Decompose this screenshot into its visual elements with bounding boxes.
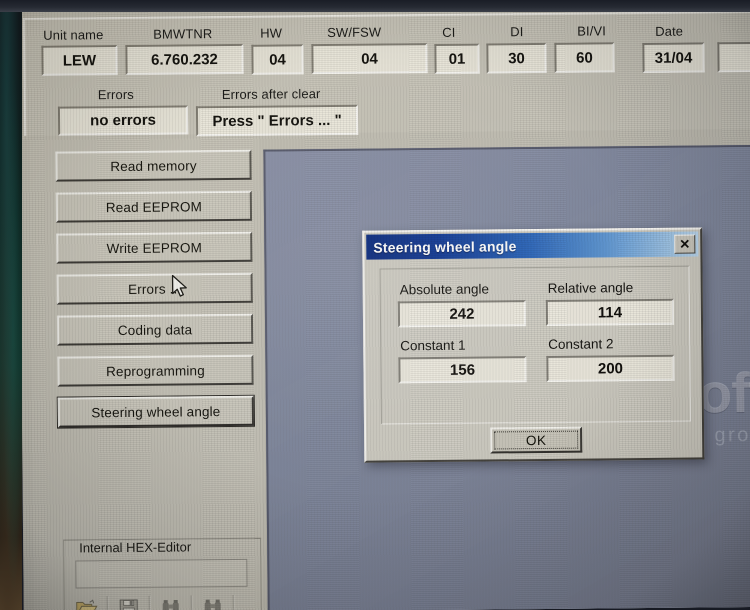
diagnostic-application-window: Unit name BMWTNR HW SW/FSW CI DI BI/VI D… xyxy=(18,2,750,610)
dialog-ok-button[interactable]: OK xyxy=(490,426,583,454)
sidebar-button-write-eeprom[interactable]: Write EEPROM xyxy=(56,231,253,264)
dialog-ok-button-label: OK xyxy=(494,430,579,450)
open-folder-glyph xyxy=(76,599,98,610)
function-button-sidebar: Read memory Read EEPROM Write EEPROM Err… xyxy=(29,137,264,610)
field-label-unit-name: Unit name xyxy=(43,27,104,43)
sidebar-button-label: Steering wheel angle xyxy=(91,403,221,420)
field-value-sw-fsw[interactable]: 04 xyxy=(311,43,428,75)
steering-wheel-angle-dialog: Steering wheel angle ✕ Absolute angle Re… xyxy=(362,227,705,463)
toolbar-separator xyxy=(148,595,151,610)
save-disk-icon[interactable] xyxy=(114,594,144,610)
sidebar-button-label: Read EEPROM xyxy=(105,198,203,215)
field-value-unit-name[interactable]: LEW xyxy=(41,45,118,76)
internal-hex-editor-label: Internal HEX-Editor xyxy=(75,539,196,556)
field-label-hw: HW xyxy=(260,25,283,41)
toolbar-separator xyxy=(190,594,193,610)
dialog-field-relative-angle[interactable]: 114 xyxy=(545,298,675,326)
errors-after-clear-label: Errors after clear xyxy=(221,86,321,103)
find-next-binoculars-icon[interactable] xyxy=(198,593,228,610)
field-value-hw[interactable]: 04 xyxy=(251,44,304,75)
dialog-label-absolute-angle: Absolute angle xyxy=(399,281,490,298)
dialog-field-absolute-angle[interactable]: 242 xyxy=(397,300,527,328)
screen-photograph: Unit name BMWTNR HW SW/FSW CI DI BI/VI D… xyxy=(0,0,750,610)
dialog-label-relative-angle: Relative angle xyxy=(547,280,634,296)
field-label-sw-fsw: SW/FSW xyxy=(327,24,382,41)
toolbar-separator xyxy=(106,595,109,610)
sidebar-button-coding-data[interactable]: Coding data xyxy=(56,313,254,346)
application-watermark-logo: oft t group xyxy=(697,360,750,448)
field-value-ci[interactable]: 01 xyxy=(434,43,480,75)
errors-label: Errors xyxy=(97,86,134,103)
sidebar-button-label: Coding data xyxy=(117,321,193,338)
dialog-title: Steering wheel angle xyxy=(373,237,517,256)
watermark-main-text: oft xyxy=(697,360,750,425)
binoculars-next-glyph xyxy=(204,599,221,610)
sidebar-button-read-memory[interactable]: Read memory xyxy=(55,149,252,182)
field-label-ci: CI xyxy=(442,24,456,40)
floppy-disk-glyph xyxy=(119,598,138,610)
errors-value-field[interactable]: no errors xyxy=(57,105,189,136)
toolbar-separator xyxy=(232,594,235,610)
sidebar-button-errors[interactable]: Errors ... xyxy=(56,272,253,305)
hex-editor-input[interactable] xyxy=(75,558,248,589)
monitor-left-bezel xyxy=(0,0,22,610)
monitor-top-bezel xyxy=(0,0,750,12)
close-icon[interactable]: ✕ xyxy=(674,234,696,254)
unit-info-header: Unit name BMWTNR HW SW/FSW CI DI BI/VI D… xyxy=(23,10,750,137)
dialog-titlebar[interactable]: Steering wheel angle ✕ xyxy=(366,231,699,260)
find-binoculars-icon[interactable] xyxy=(156,593,186,610)
dialog-field-constant-1[interactable]: 156 xyxy=(398,356,527,384)
binoculars-glyph xyxy=(162,599,179,610)
field-label-bmwtnr: BMWTNR xyxy=(153,26,213,42)
watermark-sub-text: t group xyxy=(698,423,750,447)
field-value-di[interactable]: 30 xyxy=(486,42,547,74)
field-label-di: DI xyxy=(510,24,524,40)
field-label-date: Date xyxy=(655,23,684,39)
errors-after-clear-value-field[interactable]: Press " Errors ... " xyxy=(195,104,359,137)
sidebar-button-label: Write EEPROM xyxy=(106,239,203,256)
field-label-bi-vi: BI/VI xyxy=(577,23,606,39)
field-value-extra[interactable] xyxy=(717,41,750,73)
mdi-client-area: oft t group Steering wheel angle ✕ Absol… xyxy=(263,144,750,610)
field-value-bi-vi[interactable]: 60 xyxy=(554,42,615,73)
sidebar-button-label: Reprogramming xyxy=(106,362,205,379)
sidebar-button-read-eeprom[interactable]: Read EEPROM xyxy=(55,190,253,223)
field-value-date[interactable]: 31/04 xyxy=(642,42,705,74)
sidebar-button-steering-wheel-angle[interactable]: Steering wheel angle xyxy=(57,395,255,428)
sidebar-button-label: Errors ... xyxy=(127,280,182,297)
dialog-label-constant-2: Constant 2 xyxy=(548,336,614,352)
dialog-field-constant-2[interactable]: 200 xyxy=(546,354,675,382)
open-folder-icon[interactable] xyxy=(72,594,102,610)
sidebar-button-reprogramming[interactable]: Reprogramming xyxy=(57,354,254,387)
hex-editor-toolbar xyxy=(72,593,258,610)
dialog-label-constant-1: Constant 1 xyxy=(400,337,466,354)
sidebar-button-label: Read memory xyxy=(110,157,197,174)
field-value-bmwtnr[interactable]: 6.760.232 xyxy=(125,43,244,75)
